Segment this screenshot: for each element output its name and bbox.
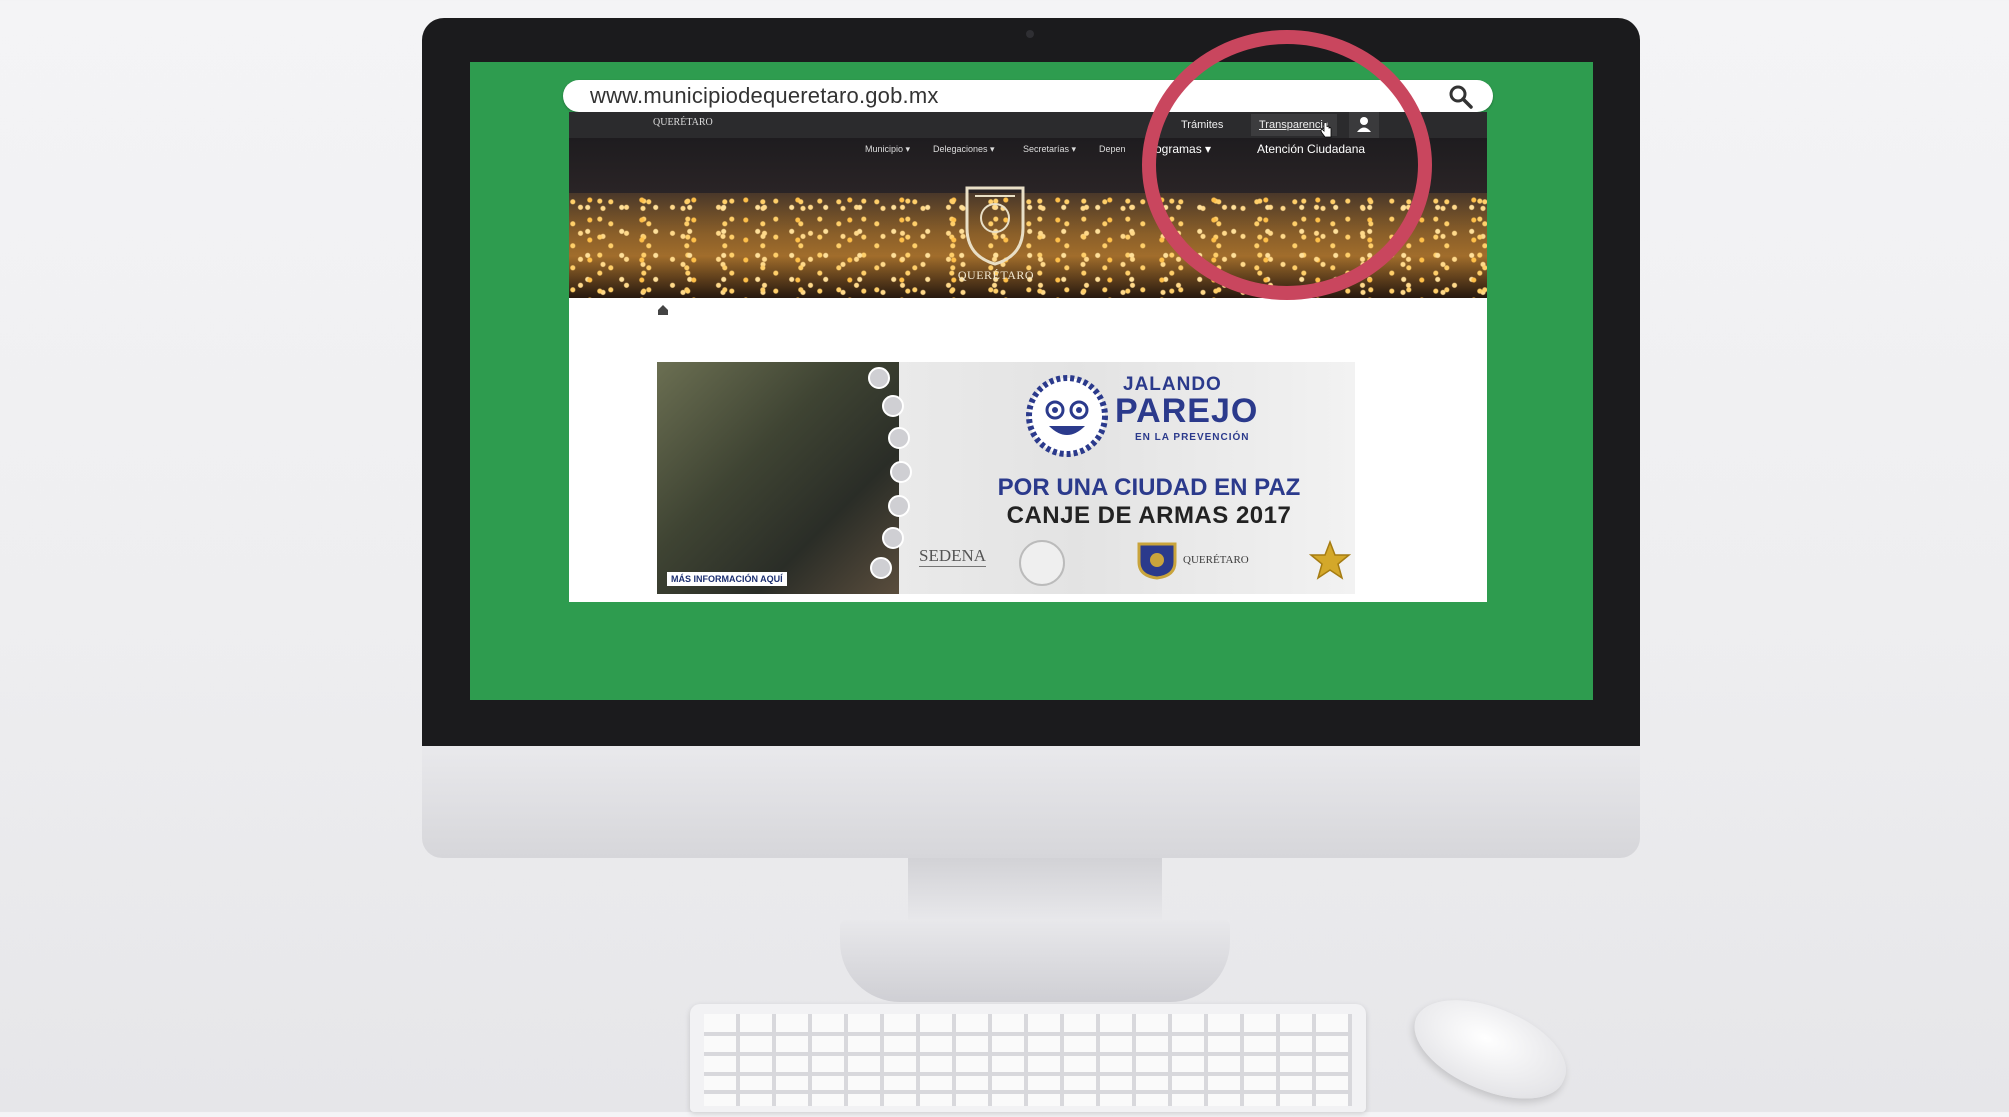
mouse (1400, 981, 1580, 1117)
search-icon[interactable] (1448, 84, 1474, 110)
camera-icon (1026, 30, 1034, 38)
key-row-divider (704, 1052, 1352, 1056)
gear-edge-decoration (868, 367, 912, 579)
campaign-subtitle: EN LA PREVENCIÓN (1135, 432, 1250, 443)
queretaro-logo-text: QUERÉTARO (1183, 554, 1249, 566)
nav-delegaciones[interactable]: Delegaciones ▾ (933, 144, 995, 155)
monitor-chin (422, 746, 1640, 858)
highlight-ring (1142, 30, 1432, 300)
banner-subheadline: CANJE DE ARMAS 2017 (1006, 502, 1292, 529)
keyboard (690, 1004, 1366, 1112)
queretaro-crest-icon (965, 186, 1025, 266)
banner-headline: POR UNA CIUDAD EN PAZ (997, 474, 1301, 501)
url-text[interactable]: www.municipiodequeretaro.gob.mx (590, 83, 939, 109)
key-row-divider (704, 1090, 1352, 1094)
nav-dependencias[interactable]: Depen (1099, 144, 1126, 154)
monitor-stand-base (840, 920, 1230, 1002)
key-row-divider (704, 1032, 1352, 1036)
campaign-parejo: PAREJO (1115, 392, 1259, 430)
key-row-divider (704, 1072, 1352, 1076)
queretaro-shield-icon (1137, 542, 1177, 580)
mexico-seal-icon (1019, 540, 1065, 586)
home-icon[interactable] (657, 304, 669, 316)
nav-secretarias[interactable]: Secretarías ▾ (1023, 144, 1076, 155)
smiley-icon (1026, 375, 1108, 457)
sedena-logo: SEDENA (919, 546, 987, 567)
site-logo[interactable]: QUERÉTARO (653, 117, 713, 128)
promo-banner[interactable]: MÁS INFORMACIÓN AQUÍ JALANDO PAREJO EN L… (657, 362, 1355, 594)
monitor-stand (908, 858, 1162, 924)
police-star-icon (1309, 540, 1351, 580)
crest-label: QUERÉTARO (957, 268, 1035, 282)
nav-municipio[interactable]: Municipio ▾ (865, 144, 910, 155)
hand-cursor-icon (1320, 122, 1332, 138)
more-info-link[interactable]: MÁS INFORMACIÓN AQUÍ (667, 572, 787, 586)
